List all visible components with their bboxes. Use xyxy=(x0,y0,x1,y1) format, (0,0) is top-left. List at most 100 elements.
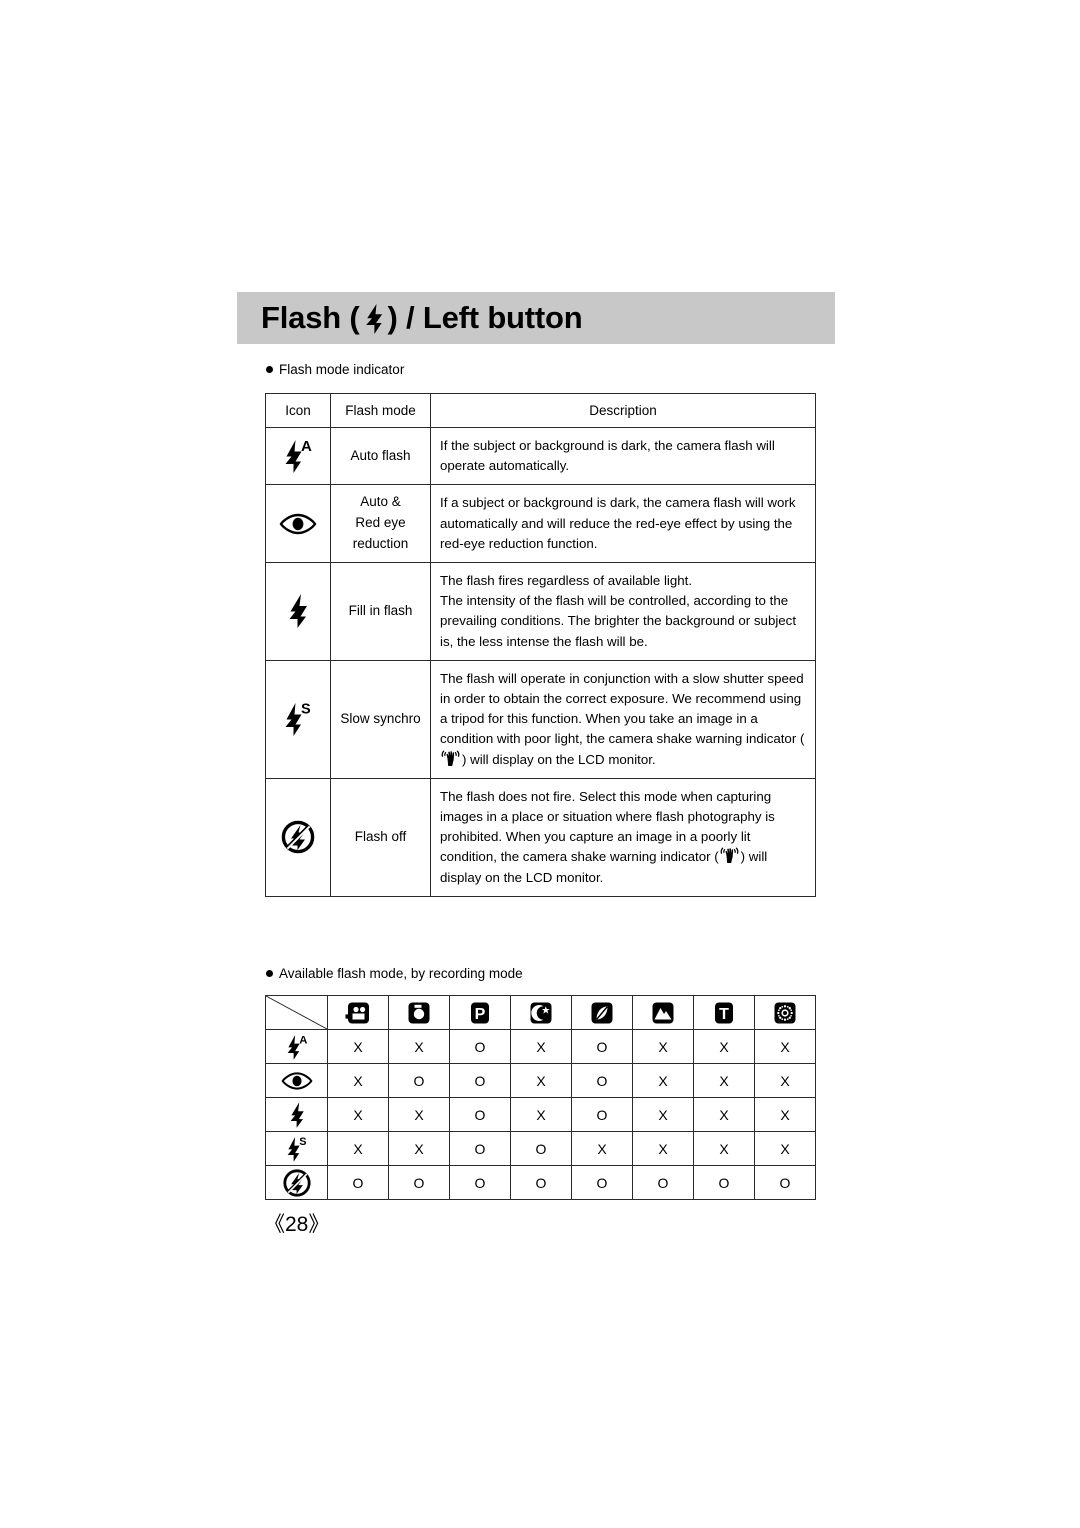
availability-cell: O xyxy=(449,1029,511,1064)
column-header-night-mode xyxy=(510,995,572,1030)
mode-line-3: reduction xyxy=(352,536,409,552)
availability-cell: X xyxy=(632,1029,694,1064)
column-header-auto-mode xyxy=(388,995,450,1030)
flash-mode-indicator-heading-text: Flash mode indicator xyxy=(279,362,405,377)
availability-cell: X xyxy=(388,1131,450,1166)
availability-cell: O xyxy=(510,1165,572,1200)
available-flash-mode-heading: Available flash mode, by recording mode xyxy=(266,966,523,981)
portrait-mode-icon xyxy=(589,1001,615,1025)
availability-cell: O xyxy=(388,1165,450,1200)
program-mode-icon: P xyxy=(467,1001,493,1025)
flash-fill-icon xyxy=(285,591,311,631)
column-header-program-mode: P xyxy=(449,995,511,1030)
availability-cell: O xyxy=(510,1131,572,1166)
availability-cell: X xyxy=(754,1097,816,1132)
availability-cell: O xyxy=(571,1097,633,1132)
movie-mode-icon xyxy=(345,1001,371,1025)
availability-cell: X xyxy=(327,1063,389,1098)
availability-row: O O O O O O O O xyxy=(265,1165,816,1200)
table-row: Auto & Red eye reduction If a subject or… xyxy=(265,484,816,564)
availability-row: A X X O X O X X X xyxy=(265,1029,816,1064)
availability-cell: X xyxy=(388,1029,450,1064)
availability-cell: O xyxy=(632,1165,694,1200)
availability-cell: X xyxy=(510,1029,572,1064)
availability-cell: X xyxy=(632,1063,694,1098)
availability-cell: O xyxy=(449,1063,511,1098)
flash-fill-icon xyxy=(286,1100,308,1130)
availability-cell: X xyxy=(327,1097,389,1132)
red-eye-icon xyxy=(280,1070,313,1092)
page-title: Flash ( ) / Left button xyxy=(237,300,583,336)
page-header-band: Flash ( ) / Left button xyxy=(237,292,835,344)
availability-cell: X xyxy=(693,1029,755,1064)
column-header-movie-mode xyxy=(327,995,389,1030)
svg-text:A: A xyxy=(299,1034,307,1046)
availability-cell: X xyxy=(754,1131,816,1166)
availability-cell: X xyxy=(571,1131,633,1166)
availability-cell: O xyxy=(693,1165,755,1200)
flash-mode-description: The flash will operate in conjunction wi… xyxy=(430,659,816,779)
row-header-flash-auto: A xyxy=(265,1029,328,1064)
flash-mode-label: Auto flash xyxy=(330,426,431,486)
availability-cell: O xyxy=(449,1097,511,1132)
availability-cell: X xyxy=(693,1097,755,1132)
availability-cell: O xyxy=(571,1063,633,1098)
description-line-2: The intensity of the flash will be contr… xyxy=(440,593,797,649)
availability-cell: O xyxy=(571,1165,633,1200)
camera-shake-warning-icon xyxy=(720,847,740,864)
row-header-flash-slow-sync: S xyxy=(265,1131,328,1166)
flash-auto-icon-cell: A xyxy=(265,426,331,486)
availability-cell: X xyxy=(754,1029,816,1064)
column-header-fireworks-mode xyxy=(754,995,816,1030)
availability-cell: X xyxy=(510,1097,572,1132)
mode-line-2: Red eye xyxy=(355,515,406,531)
flash-mode-description: The flash does not fire. Select this mod… xyxy=(430,777,816,897)
column-header-text-mode: T xyxy=(693,995,755,1030)
flash-mode-description: The flash fires regardless of available … xyxy=(430,562,816,661)
svg-text:P: P xyxy=(475,1006,486,1023)
red-eye-icon-cell xyxy=(265,484,331,564)
svg-text:S: S xyxy=(301,702,311,718)
page-title-suffix: ) / Left button xyxy=(387,300,583,335)
availability-cell: X xyxy=(632,1097,694,1132)
availability-cell: O xyxy=(327,1165,389,1200)
description-text: If a subject or background is dark, the … xyxy=(440,495,796,551)
availability-cell: O xyxy=(449,1165,511,1200)
table-row: A Auto flash If the subject or backgroun… xyxy=(265,426,816,486)
row-header-red-eye xyxy=(265,1063,328,1098)
flash-fill-icon-cell xyxy=(265,562,331,661)
availability-cell: O xyxy=(388,1063,450,1098)
availability-cell: X xyxy=(510,1063,572,1098)
flash-auto-icon: A xyxy=(281,436,315,476)
description-part-2: ) will display on the LCD monitor. xyxy=(462,751,656,767)
availability-header-row: P T xyxy=(265,995,816,1030)
availability-cell: O xyxy=(754,1165,816,1200)
available-flash-mode-heading-text: Available flash mode, by recording mode xyxy=(279,966,523,981)
header-cell-mode: Flash mode xyxy=(330,393,431,428)
page-title-prefix: Flash ( xyxy=(261,300,360,335)
flash-bolt-icon xyxy=(363,304,385,334)
availability-cell: O xyxy=(449,1131,511,1166)
flash-auto-icon: A xyxy=(283,1032,311,1062)
description-line-1: The flash fires regardless of available … xyxy=(440,573,693,589)
flash-mode-label: Auto & Red eye reduction xyxy=(330,484,431,564)
night-mode-icon xyxy=(528,1001,554,1025)
row-header-flash-fill xyxy=(265,1097,328,1132)
svg-text:S: S xyxy=(299,1135,306,1147)
table-row: Fill in flash The flash fires regardless… xyxy=(265,562,816,661)
flash-slow-sync-icon-cell: S xyxy=(265,659,331,779)
header-cell-icon: Icon xyxy=(265,393,331,428)
table-row: S Slow synchro The flash will operate in… xyxy=(265,659,816,779)
corner-cell-diagonal xyxy=(265,995,328,1030)
availability-cell: X xyxy=(693,1131,755,1166)
table-header-row: Icon Flash mode Description xyxy=(265,393,816,428)
page-number: 《28》 xyxy=(264,1213,330,1236)
availability-row: S X X O O X X X X xyxy=(265,1131,816,1166)
fireworks-mode-icon xyxy=(772,1001,798,1025)
flash-mode-indicator-table: Icon Flash mode Description A Auto flash xyxy=(265,393,816,897)
availability-cell: O xyxy=(571,1029,633,1064)
availability-cell: X xyxy=(632,1131,694,1166)
table-row: Flash off The flash does not fire. Selec… xyxy=(265,777,816,897)
flash-slow-sync-icon: S xyxy=(281,699,315,739)
bullet-dot-icon xyxy=(266,970,273,977)
